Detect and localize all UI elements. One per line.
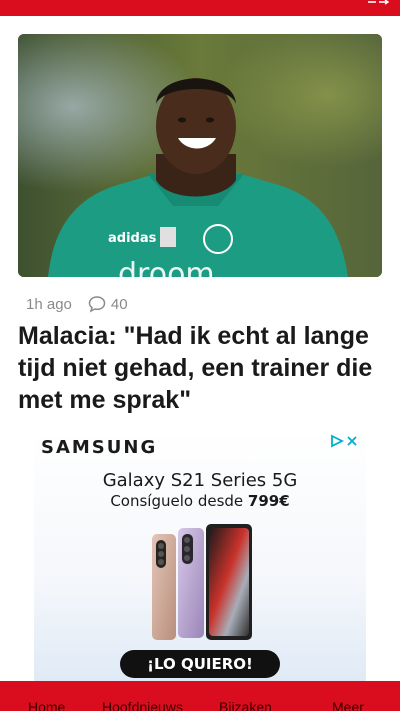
- ad-brand-logo: SAMSUNG: [41, 437, 158, 458]
- svg-text:adidas: adidas: [108, 231, 157, 246]
- ad-offer-price: 799€: [247, 492, 290, 510]
- comments-link[interactable]: 40: [88, 295, 128, 313]
- nav-item-hoofdnieuws[interactable]: Hoofdnieuws: [102, 699, 183, 711]
- ad-offer: Consíguelo desde 799€: [34, 492, 366, 510]
- top-app-bar: [0, 0, 400, 16]
- article-meta: 1h ago 40: [26, 294, 128, 314]
- nav-item-home[interactable]: Home: [28, 699, 65, 711]
- ad-product-name: Galaxy S21 Series 5G: [102, 470, 298, 491]
- comments-count: 40: [110, 295, 128, 313]
- speech-bubble-icon: [88, 296, 106, 313]
- svg-text:droom: droom: [118, 257, 215, 277]
- advertisement-banner[interactable]: SAMSUNG Galaxy S21 Series 5G Consíguelo …: [34, 430, 366, 682]
- article-time: 1h ago: [26, 295, 72, 313]
- ad-offer-text: Consíguelo desde: [110, 492, 248, 510]
- nav-item-meer[interactable]: Meer: [332, 699, 364, 711]
- article-headline[interactable]: Malacia: "Had ik echt al lange tijd niet…: [18, 320, 384, 416]
- adchoices-icon[interactable]: [330, 434, 360, 448]
- nav-item-bijzaken[interactable]: Bijzaken: [219, 699, 272, 711]
- ad-product-image: [152, 524, 252, 640]
- article-hero-image[interactable]: adidas droom: [18, 34, 382, 277]
- app-screen: adidas droom 1h ago 40 Malacia: "Had ik …: [0, 0, 400, 711]
- ad-cta-button[interactable]: ¡LO QUIERO!: [120, 650, 280, 678]
- bottom-navigation: Home Hoofdnieuws Bijzaken Meer: [0, 681, 400, 711]
- menu-arrow-icon[interactable]: [366, 0, 390, 8]
